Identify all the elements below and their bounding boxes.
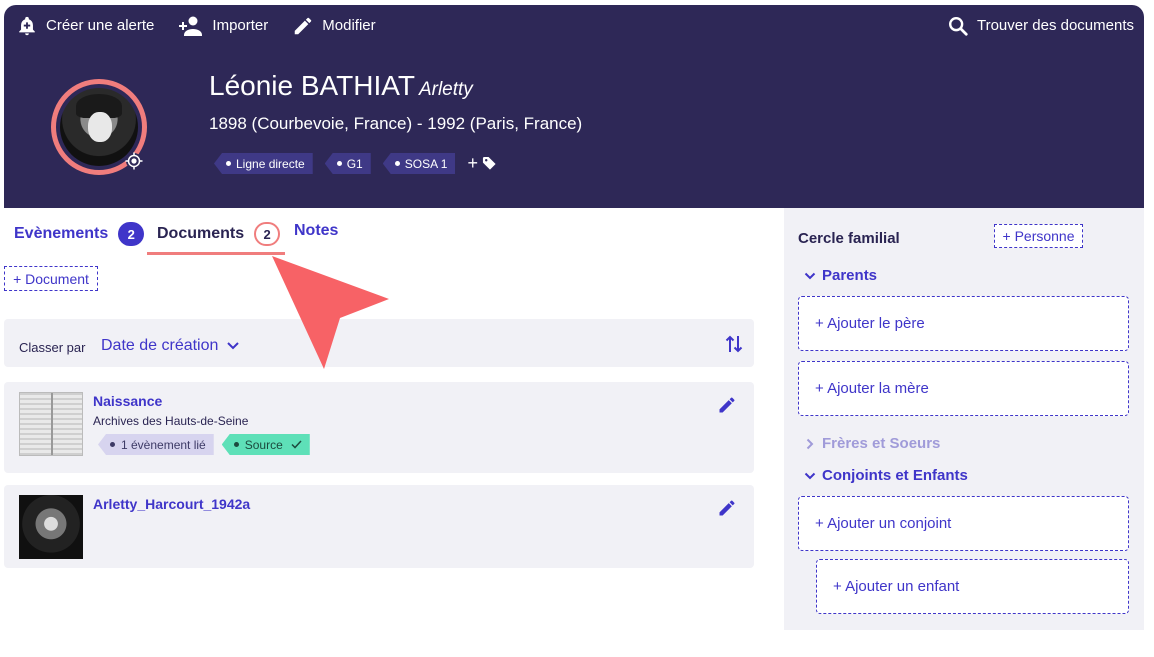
chevron-down-icon: [227, 342, 240, 350]
add-child-slot[interactable]: + Ajouter un enfant: [816, 559, 1129, 614]
sort-select[interactable]: Date de création: [101, 337, 240, 355]
find-documents-button[interactable]: Trouver des documents: [947, 5, 1134, 46]
content-tabs: Evènements 2 Documents 2 Notes: [4, 208, 764, 256]
person-add-icon: [179, 16, 203, 36]
add-person-button[interactable]: + Personne: [994, 224, 1083, 248]
document-card[interactable]: Naissance Archives des Hauts-de-Seine 1 …: [4, 382, 754, 473]
events-count-badge: 2: [118, 222, 145, 246]
person-nickname: Arletty: [418, 79, 473, 100]
family-panel: Cercle familial + Personne Parents + Ajo…: [784, 208, 1144, 630]
top-toolbar: Créer une alerte Importer Modifier Trouv…: [4, 5, 1144, 46]
import-button[interactable]: Importer: [178, 5, 268, 46]
source-tag[interactable]: Source: [221, 434, 310, 455]
tab-notes[interactable]: Notes: [294, 222, 338, 240]
profile-tags: Ligne directe G1 SOSA 1 +: [214, 153, 497, 174]
pointer-arrow-icon: [272, 256, 389, 369]
create-alert-label: Créer une alerte: [46, 17, 155, 34]
edit-profile-button[interactable]: Modifier: [292, 5, 376, 46]
edit-document-icon[interactable]: [717, 395, 737, 415]
tab-events[interactable]: Evènements 2: [14, 222, 145, 246]
document-title[interactable]: Naissance: [93, 393, 162, 409]
document-card[interactable]: Arletty_Harcourt_1942a: [4, 485, 754, 568]
bell-add-icon: [19, 16, 35, 35]
edit-label: Modifier: [322, 17, 376, 34]
edit-document-icon[interactable]: [717, 498, 737, 518]
add-tag-button[interactable]: +: [467, 153, 497, 174]
search-icon: [948, 16, 968, 36]
locate-icon[interactable]: [125, 152, 143, 170]
sort-label: Classer par: [19, 340, 86, 355]
pencil-icon: [295, 17, 312, 34]
section-spouses-children[interactable]: Conjoints et Enfants: [804, 467, 968, 484]
active-tab-indicator: [147, 252, 285, 255]
tag-generation[interactable]: G1: [324, 153, 371, 174]
sort-direction-icon[interactable]: [724, 333, 744, 355]
find-documents-label: Trouver des documents: [976, 17, 1134, 34]
family-title: Cercle familial: [798, 230, 900, 247]
create-alert-button[interactable]: Créer une alerte: [16, 5, 154, 46]
add-document-button[interactable]: + Document: [4, 266, 98, 291]
add-father-slot[interactable]: + Ajouter le père: [798, 296, 1129, 351]
section-siblings[interactable]: Frères et Soeurs: [804, 435, 940, 452]
tag-direct-line[interactable]: Ligne directe: [214, 153, 313, 174]
document-source: Archives des Hauts-de-Seine: [93, 414, 249, 428]
linked-events-tag[interactable]: 1 évènement lié: [98, 434, 214, 455]
person-dates: 1898 (Courbevoie, France) - 1992 (Paris,…: [209, 114, 583, 133]
document-thumbnail[interactable]: [19, 495, 83, 559]
chevron-down-icon: [804, 472, 816, 479]
check-icon: [291, 440, 302, 449]
tag-icon: [482, 156, 496, 170]
document-title[interactable]: Arletty_Harcourt_1942a: [93, 496, 250, 512]
chevron-right-icon: [806, 438, 814, 449]
documents-count-badge: 2: [254, 222, 281, 246]
document-tags: 1 évènement lié Source: [98, 434, 318, 455]
tag-sosa[interactable]: SOSA 1: [382, 153, 456, 174]
chevron-down-icon: [804, 272, 816, 279]
section-parents[interactable]: Parents: [804, 267, 877, 284]
profile-header: Léonie BATHIAT Arletty 1898 (Courbevoie, …: [4, 46, 1144, 208]
person-fullname: Léonie BATHIAT: [209, 70, 415, 101]
add-spouse-slot[interactable]: + Ajouter un conjoint: [798, 496, 1129, 551]
person-name: Léonie BATHIAT Arletty: [209, 70, 473, 102]
add-mother-slot[interactable]: + Ajouter la mère: [798, 361, 1129, 416]
tab-documents[interactable]: Documents 2: [157, 222, 281, 246]
document-thumbnail[interactable]: [19, 392, 83, 456]
import-label: Importer: [212, 17, 269, 34]
